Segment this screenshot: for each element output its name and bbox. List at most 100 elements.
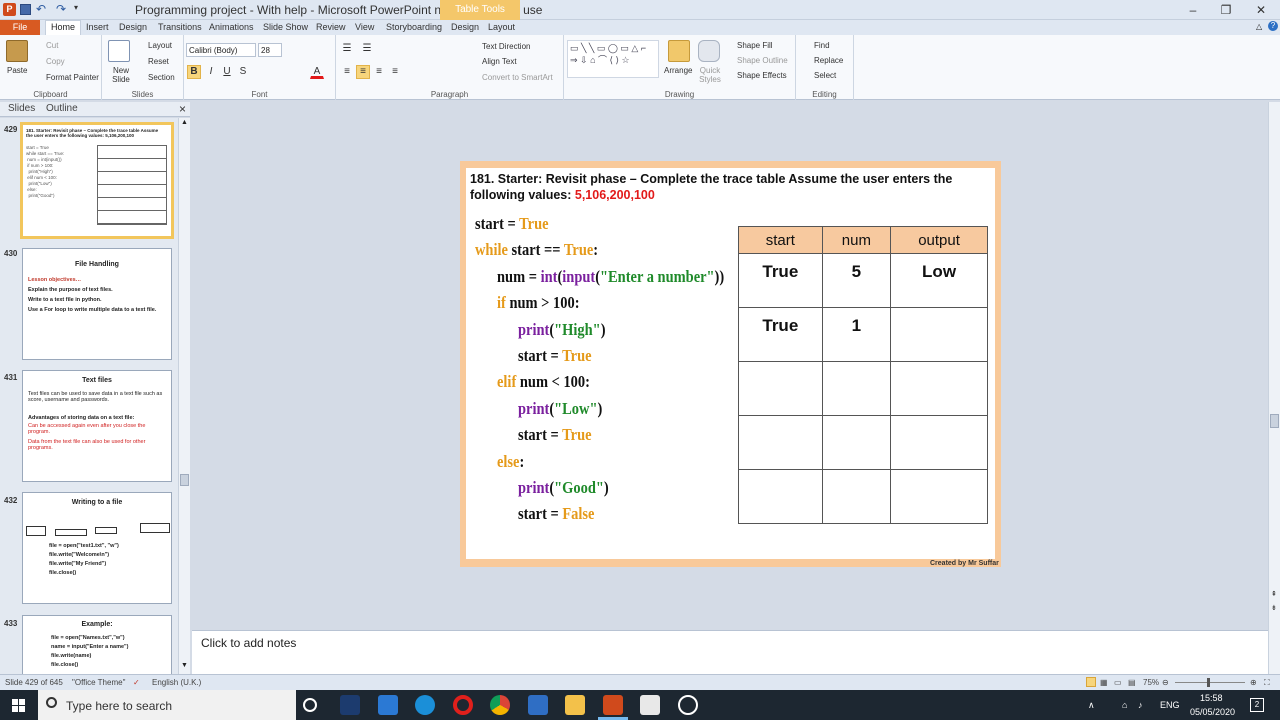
new-slide-icon[interactable]	[108, 40, 130, 62]
trace-table-cell[interactable]	[821, 415, 892, 470]
layout-button[interactable]: Layout	[148, 41, 172, 50]
tab-storyboarding[interactable]: Storyboarding	[382, 21, 446, 33]
undo-icon[interactable]: ↶	[36, 2, 46, 16]
thumbnail-slide-430[interactable]: File Handling Lesson objectives… Explain…	[22, 248, 172, 360]
bold-button[interactable]: B	[187, 65, 201, 79]
trace-table-cell[interactable]	[890, 469, 988, 524]
format-painter-button[interactable]: Format Painter	[46, 73, 99, 82]
customize-qat-icon[interactable]: ▾	[74, 3, 78, 12]
replace-button[interactable]: Replace	[814, 56, 843, 65]
scroll-thumb[interactable]	[1270, 414, 1279, 428]
redo-icon[interactable]: ↷	[56, 2, 66, 16]
text-direction-button[interactable]: Text Direction	[482, 42, 530, 51]
slide-sorter-icon[interactable]: ▦	[1100, 678, 1108, 687]
trace-table-cell[interactable]: True	[738, 253, 823, 308]
file-explorer-icon[interactable]	[565, 695, 585, 715]
arrange-icon[interactable]	[668, 40, 690, 62]
language-indicator[interactable]: English (U.K.)	[152, 678, 201, 687]
zoom-in-icon[interactable]: ⊕	[1250, 678, 1257, 687]
quick-styles-button[interactable]: Quick Styles	[696, 66, 724, 84]
tab-view[interactable]: View	[351, 21, 378, 33]
scroll-up-icon[interactable]: ▲	[181, 119, 188, 126]
tab-design[interactable]: Design	[115, 21, 151, 33]
shapes-gallery[interactable]: ▭ ╲ ╲ ▭ ◯ ▭ △ ⌐ ⇒ ⇩ ⌂ ⌒ ⟨ ⟩ ☆	[567, 40, 659, 78]
arrange-button[interactable]: Arrange	[664, 66, 692, 75]
clock-time[interactable]: 15:58	[1200, 693, 1223, 703]
numbering-icon[interactable]: ☰	[360, 42, 374, 56]
quick-styles-icon[interactable]	[698, 40, 720, 62]
tab-file[interactable]: File	[0, 20, 40, 35]
next-slide-icon[interactable]: ⇟	[1271, 604, 1277, 612]
notes-app-icon[interactable]	[640, 695, 660, 715]
paste-icon[interactable]	[6, 40, 28, 62]
outlook-icon[interactable]	[528, 695, 548, 715]
panel-close-button[interactable]: ×	[179, 102, 186, 116]
maximize-button[interactable]: ❐	[1211, 0, 1241, 20]
zoom-slider[interactable]	[1175, 682, 1245, 683]
zoom-level[interactable]: 75%	[1143, 678, 1159, 687]
thumbnails-scrollbar[interactable]: ▲ ▼	[178, 118, 190, 674]
slideshow-icon[interactable]: ▤	[1128, 678, 1136, 687]
justify-icon[interactable]: ≡	[388, 65, 402, 79]
notes-pane[interactable]	[192, 630, 1268, 674]
trace-table[interactable]: start num output True 5 Low True 1	[738, 226, 988, 524]
obs-icon[interactable]	[678, 695, 698, 715]
trace-table-cell[interactable]: True	[738, 307, 823, 362]
thumbnail-slide-431[interactable]: Text files Text files can be used to sav…	[22, 370, 172, 482]
trace-table-cell[interactable]	[738, 415, 823, 470]
trace-table-cell[interactable]	[890, 415, 988, 470]
align-right-icon[interactable]: ≡	[372, 65, 386, 79]
powerpoint-app-icon[interactable]: P	[3, 3, 16, 16]
select-button[interactable]: Select	[814, 71, 836, 80]
trace-table-cell[interactable]: 1	[821, 307, 892, 362]
slide-title[interactable]: 181. Starter: Revisit phase – Complete t…	[470, 171, 995, 203]
network-icon[interactable]: ⌂	[1122, 700, 1127, 710]
app-icon-blue[interactable]	[340, 695, 360, 715]
tab-slide-show[interactable]: Slide Show	[259, 21, 312, 33]
bullets-icon[interactable]: ☰	[340, 42, 354, 56]
close-button[interactable]: ✕	[1246, 0, 1276, 20]
tab-review[interactable]: Review	[312, 21, 350, 33]
zoom-out-icon[interactable]: ⊖	[1162, 678, 1169, 687]
shape-outline-button[interactable]: Shape Outline	[737, 56, 788, 65]
shape-fill-button[interactable]: Shape Fill	[737, 41, 773, 50]
tab-animations[interactable]: Animations	[205, 21, 258, 33]
font-size-select[interactable]: 28	[258, 43, 282, 57]
volume-icon[interactable]: ♪	[1138, 700, 1143, 710]
trace-table-cell[interactable]: 5	[821, 253, 892, 308]
help-icon[interactable]: ?	[1268, 21, 1278, 31]
italic-button[interactable]: I	[204, 65, 218, 79]
font-color-button[interactable]: A	[310, 65, 324, 79]
trace-table-cell[interactable]	[738, 469, 823, 524]
font-family-select[interactable]: Calibri (Body)	[186, 43, 256, 57]
prev-slide-icon[interactable]: ⇞	[1271, 590, 1277, 598]
tab-insert[interactable]: Insert	[82, 21, 113, 33]
trace-table-cell[interactable]	[890, 361, 988, 416]
start-button[interactable]	[0, 690, 38, 720]
cut-button[interactable]: Cut	[46, 41, 58, 50]
tray-chevron-icon[interactable]: ∧	[1088, 700, 1095, 711]
save-icon[interactable]	[20, 4, 31, 15]
paste-button[interactable]: Paste	[7, 66, 27, 75]
slide-scrollbar[interactable]: ⇞ ⇟	[1268, 102, 1280, 674]
align-left-icon[interactable]: ≡	[340, 65, 354, 79]
fit-to-window-icon[interactable]: ⛶	[1264, 678, 1270, 688]
reading-view-icon[interactable]: ▭	[1114, 678, 1122, 687]
notification-center-icon[interactable]: 2	[1250, 698, 1264, 712]
thumbnail-slide-432[interactable]: Writing to a file file = open("test1.txt…	[22, 492, 172, 604]
trace-table-cell[interactable]	[821, 361, 892, 416]
trace-table-cell[interactable]	[821, 469, 892, 524]
task-view-icon[interactable]	[303, 698, 317, 712]
normal-view-icon[interactable]	[1086, 677, 1096, 687]
spell-check-icon[interactable]: ✓	[133, 678, 140, 687]
tab-table-design[interactable]: Design	[447, 21, 483, 33]
new-slide-button[interactable]: New Slide	[106, 66, 136, 84]
thumbnail-slide-433[interactable]: Example: file = open("Names.txt","w") na…	[22, 615, 172, 674]
ribbon-minimize-icon[interactable]: △	[1256, 22, 1262, 31]
tab-transitions[interactable]: Transitions	[154, 21, 206, 33]
find-button[interactable]: Find	[814, 41, 830, 50]
reset-button[interactable]: Reset	[148, 57, 169, 66]
trace-table-cell[interactable]	[738, 361, 823, 416]
shadow-button[interactable]: S	[236, 65, 250, 79]
convert-smartart-button[interactable]: Convert to SmartArt	[482, 73, 553, 82]
